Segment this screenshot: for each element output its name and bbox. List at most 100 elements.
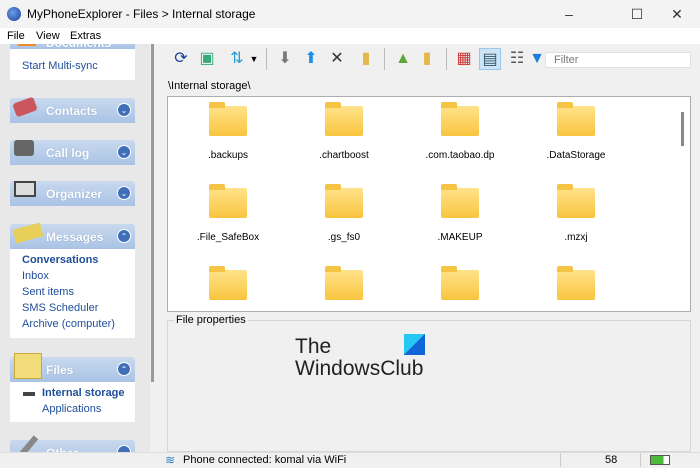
menu-view[interactable]: View bbox=[36, 30, 60, 42]
folder-icon bbox=[557, 184, 595, 218]
folder-icon bbox=[209, 102, 247, 136]
folder-name: .com.taobao.dp bbox=[425, 150, 495, 161]
files-label: Files bbox=[46, 363, 74, 377]
folder-icon bbox=[441, 102, 479, 136]
folder-item[interactable] bbox=[410, 266, 510, 311]
folder-item[interactable] bbox=[178, 266, 278, 311]
current-path: \Internal storage\ bbox=[168, 80, 251, 92]
sidebar-header-files[interactable]: Files ⌃ bbox=[10, 353, 135, 382]
details-view-icon[interactable]: ☷ bbox=[506, 48, 528, 70]
folder-icon bbox=[14, 353, 42, 379]
folder-icon bbox=[325, 184, 363, 218]
folder-icon bbox=[441, 266, 479, 300]
filter-input[interactable]: Filter bbox=[545, 52, 691, 68]
chevron-down-icon[interactable]: ⌄ bbox=[117, 103, 131, 117]
status-separator bbox=[560, 453, 561, 467]
scrollbar-thumb[interactable] bbox=[681, 112, 684, 146]
sidebar-header-contacts[interactable]: Contacts ⌄ bbox=[10, 96, 135, 123]
menu-bar bbox=[0, 28, 700, 44]
watermark-logo-icon bbox=[404, 334, 425, 355]
folder-icon[interactable]: ▮ bbox=[416, 48, 438, 70]
folder-icon bbox=[441, 184, 479, 218]
watermark-line1: The bbox=[295, 335, 332, 358]
sidebar-item-internal-storage[interactable]: Internal storage bbox=[42, 387, 125, 399]
minimize-button[interactable]: – bbox=[546, 0, 592, 28]
status-bar bbox=[0, 452, 700, 468]
chevron-down-icon[interactable]: ⌄ bbox=[117, 145, 131, 159]
folder-name: .gs_fs0 bbox=[327, 232, 361, 243]
sidebar-item-applications[interactable]: Applications bbox=[42, 403, 101, 415]
contacts-label: Contacts bbox=[46, 104, 98, 118]
folder-item[interactable]: .mzxj bbox=[526, 184, 626, 243]
sidebar-item-start-multi-sync[interactable]: Start Multi-sync bbox=[22, 60, 98, 72]
toolbar-separator bbox=[384, 48, 385, 70]
file-properties-panel bbox=[167, 320, 691, 452]
sync-icon[interactable]: ⟳ bbox=[170, 48, 192, 70]
folder-item[interactable] bbox=[294, 266, 394, 311]
folder-item[interactable]: .gs_fs0 bbox=[294, 184, 394, 243]
folder-item[interactable]: .chartboost bbox=[294, 102, 394, 161]
folder-item[interactable]: .MAKEUP bbox=[410, 184, 510, 243]
window-title: MyPhoneExplorer - Files > Internal stora… bbox=[27, 7, 256, 21]
file-grid: .backups .chartboost .com.taobao.dp .DataSt… bbox=[167, 96, 691, 312]
wifi-icon: ≋ bbox=[165, 453, 176, 467]
contacts-icon bbox=[12, 96, 38, 118]
folder-item[interactable] bbox=[526, 266, 626, 311]
folder-icon bbox=[325, 266, 363, 300]
sidebar-header-call-log[interactable]: Call log ⌄ bbox=[10, 140, 135, 165]
folder-icon bbox=[557, 102, 595, 136]
folder-icon bbox=[557, 266, 595, 300]
delete-icon[interactable]: ✕ bbox=[326, 48, 348, 70]
folder-name: .DataStorage bbox=[546, 150, 606, 161]
thumbnail-view-icon[interactable]: ▦ bbox=[453, 48, 475, 70]
folder-item[interactable]: .DataStorage bbox=[526, 102, 626, 161]
sidebar-item-archive[interactable]: Archive (computer) bbox=[22, 318, 115, 330]
folder-icon bbox=[325, 102, 363, 136]
chevron-down-icon[interactable]: ⌄ bbox=[117, 186, 131, 200]
sidebar-item-conversations[interactable]: Conversations bbox=[22, 254, 98, 266]
chevron-up-icon[interactable]: ⌃ bbox=[117, 229, 131, 243]
folder-name: .mzxj bbox=[564, 232, 588, 243]
close-button[interactable]: ✕ bbox=[654, 0, 700, 28]
organizer-label: Organizer bbox=[46, 187, 103, 201]
sidebar-splitter[interactable] bbox=[151, 44, 154, 382]
sidebar-item-sent-items[interactable]: Sent items bbox=[22, 286, 74, 298]
app-icon bbox=[7, 7, 21, 21]
battery-icon bbox=[650, 455, 670, 465]
folder-icon bbox=[209, 184, 247, 218]
folder-name: .File_SafeBox bbox=[196, 232, 260, 243]
file-properties-label: File properties bbox=[174, 314, 248, 326]
folder-icon bbox=[209, 266, 247, 300]
new-folder-icon[interactable]: ▮ bbox=[355, 48, 377, 70]
sync-photo-icon[interactable]: ▣ bbox=[196, 48, 218, 70]
sidebar-item-sms-scheduler[interactable]: SMS Scheduler bbox=[22, 302, 98, 314]
call-log-label: Call log bbox=[46, 146, 90, 160]
folder-item[interactable]: .backups bbox=[178, 102, 278, 161]
menu-file[interactable]: File bbox=[7, 30, 25, 42]
dropdown-arrow-icon[interactable]: ▼ bbox=[249, 48, 259, 70]
toolbar-separator bbox=[266, 48, 267, 70]
calendar-icon bbox=[14, 181, 36, 197]
sidebar-header-organizer[interactable]: Organizer ⌄ bbox=[10, 181, 135, 206]
status-separator bbox=[640, 453, 641, 467]
status-count: 58 bbox=[605, 454, 618, 466]
icon-view-icon[interactable]: ▤ bbox=[479, 48, 501, 70]
upload-icon[interactable]: ⬆ bbox=[300, 48, 322, 70]
folder-item[interactable]: .com.taobao.dp bbox=[410, 102, 510, 161]
download-icon[interactable]: ⬇ bbox=[274, 48, 296, 70]
folder-name: .chartboost bbox=[319, 150, 369, 161]
folder-item[interactable]: .File_SafeBox bbox=[178, 184, 278, 243]
messages-label: Messages bbox=[46, 230, 104, 244]
sidebar-item-inbox[interactable]: Inbox bbox=[22, 270, 49, 282]
chevron-up-icon[interactable]: ⌃ bbox=[117, 362, 131, 376]
toolbar-separator bbox=[446, 48, 447, 70]
envelope-icon bbox=[12, 222, 44, 244]
folder-name: .MAKEUP bbox=[437, 232, 483, 243]
sidebar-header-messages[interactable]: Messages ⌃ bbox=[10, 222, 135, 249]
menu-extras[interactable]: Extras bbox=[70, 30, 101, 42]
sync-file-icon[interactable]: ⇅ bbox=[226, 48, 248, 70]
folder-name: .backups bbox=[207, 150, 249, 161]
phone-icon bbox=[14, 140, 34, 156]
drive-icon bbox=[23, 392, 35, 396]
folder-up-icon[interactable]: ▲ bbox=[392, 48, 414, 70]
